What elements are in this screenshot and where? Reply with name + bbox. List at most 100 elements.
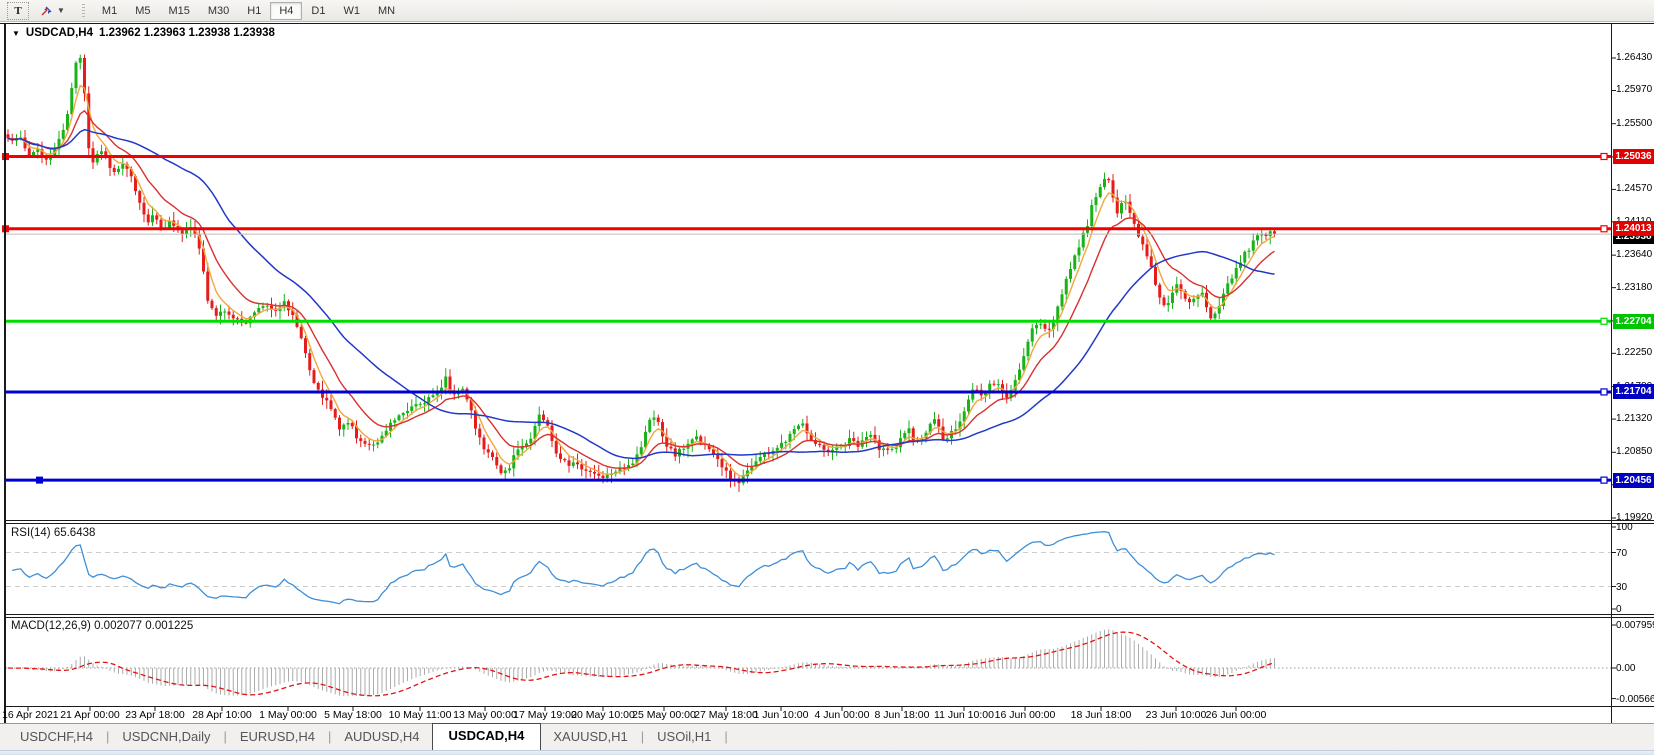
- tab-usoil-h1[interactable]: USOil,H1: [645, 725, 723, 750]
- candle-body: [219, 312, 222, 316]
- candle-body: [912, 428, 915, 441]
- candle-body: [1167, 303, 1170, 305]
- time-label: 4 Jun 00:00: [815, 709, 870, 721]
- price-pane[interactable]: [7, 54, 1277, 491]
- candle-body: [946, 438, 949, 439]
- candle-body: [793, 429, 796, 434]
- candle-body: [487, 449, 490, 452]
- candle-body: [891, 449, 894, 450]
- rsi-pane[interactable]: [6, 532, 1611, 604]
- candle-body: [597, 474, 600, 476]
- candle-body: [7, 134, 10, 138]
- price-level-badge: 1.22704: [1613, 314, 1654, 329]
- candle-body: [1235, 268, 1238, 278]
- candle-body: [1252, 240, 1255, 250]
- candle-body: [869, 435, 872, 437]
- candle-body: [232, 315, 235, 319]
- candle-body: [79, 58, 82, 63]
- rsi-tick-label: 30: [1616, 582, 1627, 593]
- time-label: 11 Jun 10:00: [934, 709, 994, 721]
- candle-body: [121, 164, 124, 169]
- candle-body: [967, 400, 970, 412]
- tab-eurusd-h4[interactable]: EURUSD,H4: [228, 725, 327, 750]
- candle-body: [117, 169, 120, 172]
- candle-body: [342, 425, 345, 430]
- candle-body: [555, 441, 558, 453]
- candle-body: [631, 464, 634, 466]
- candle-body: [151, 215, 154, 222]
- price-tick-label: 1.20850: [1616, 446, 1652, 457]
- macd-pane[interactable]: [6, 629, 1611, 696]
- time-label: 5 May 18:00: [324, 709, 382, 721]
- candle-body: [589, 471, 592, 472]
- tab-xauusd-h1[interactable]: XAUUSD,H1: [541, 725, 639, 750]
- candle-body: [28, 148, 31, 155]
- level-line-right-anchor[interactable]: [1601, 153, 1607, 159]
- candle-body: [483, 437, 486, 449]
- macd-tick-label: 0.00: [1616, 663, 1635, 674]
- candle-body: [1171, 293, 1174, 303]
- candle-body: [1120, 203, 1123, 213]
- candle-body: [721, 459, 724, 467]
- candle-body: [419, 404, 422, 405]
- level-line-right-anchor[interactable]: [1601, 477, 1607, 483]
- level-line-right-anchor[interactable]: [1601, 318, 1607, 324]
- candle-body: [1248, 251, 1251, 252]
- candle-body: [338, 418, 341, 430]
- time-label: 1 May 00:00: [259, 709, 317, 721]
- candle-body: [542, 415, 545, 421]
- candle-body: [572, 462, 575, 465]
- candle-body: [1154, 267, 1157, 285]
- tab-audusd-h4[interactable]: AUDUSD,H4: [332, 725, 431, 750]
- candle-body: [393, 420, 396, 423]
- candle-body: [1141, 237, 1144, 245]
- candle-body: [886, 448, 889, 449]
- candle-body: [993, 384, 996, 385]
- candle-body: [725, 467, 728, 470]
- candle-body: [1078, 247, 1081, 255]
- rsi-tick-label: 70: [1616, 548, 1627, 559]
- candle-body: [32, 152, 35, 155]
- ma-fast-line: [8, 86, 1275, 476]
- price-tick-label: 1.21320: [1616, 413, 1652, 424]
- time-label: 26 Jun 00:00: [1206, 709, 1267, 721]
- candle-body: [908, 428, 911, 433]
- candle-body: [308, 353, 311, 370]
- candle-body: [406, 411, 409, 413]
- candle-body: [695, 436, 698, 439]
- time-label: 23 Apr 18:00: [125, 709, 185, 721]
- candle-body: [1214, 314, 1217, 319]
- candle-body: [304, 338, 307, 353]
- level-line-right-anchor[interactable]: [1601, 389, 1607, 395]
- candle-body: [398, 415, 401, 420]
- macd-signal-line: [8, 632, 1275, 696]
- tab-usdcad-h4[interactable]: USDCAD,H4: [432, 723, 542, 750]
- level-line-left-anchor[interactable]: [36, 477, 43, 484]
- candle-body: [155, 215, 158, 219]
- price-axis[interactable]: [1612, 24, 1654, 723]
- candle-body: [245, 323, 248, 324]
- candle-body: [1044, 324, 1047, 329]
- candle-body: [1090, 205, 1093, 226]
- candle-body: [563, 459, 566, 460]
- time-label: 8 Jun 18:00: [875, 709, 930, 721]
- level-line-right-anchor[interactable]: [1601, 226, 1607, 232]
- candle-body: [1048, 329, 1051, 330]
- candle-body: [1082, 233, 1085, 248]
- candle-body: [181, 230, 184, 234]
- price-level-badge: 1.21704: [1613, 384, 1654, 399]
- candle-body: [1158, 285, 1161, 298]
- candle-body: [313, 370, 316, 383]
- candle-body: [138, 191, 141, 203]
- tab-usdchf-h4[interactable]: USDCHF,H4: [8, 725, 105, 750]
- candle-body: [351, 423, 354, 426]
- window-bottom-strip: [0, 750, 1654, 755]
- candle-body: [1107, 179, 1110, 180]
- tab-usdcnh-daily[interactable]: USDCNH,Daily: [110, 725, 222, 750]
- candle-body: [1150, 256, 1153, 267]
- candle-body: [359, 438, 362, 441]
- candle-body: [1260, 234, 1263, 235]
- time-label: 16 Apr 2021: [2, 709, 59, 721]
- chart-canvas[interactable]: [0, 0, 1654, 755]
- candle-body: [432, 395, 435, 397]
